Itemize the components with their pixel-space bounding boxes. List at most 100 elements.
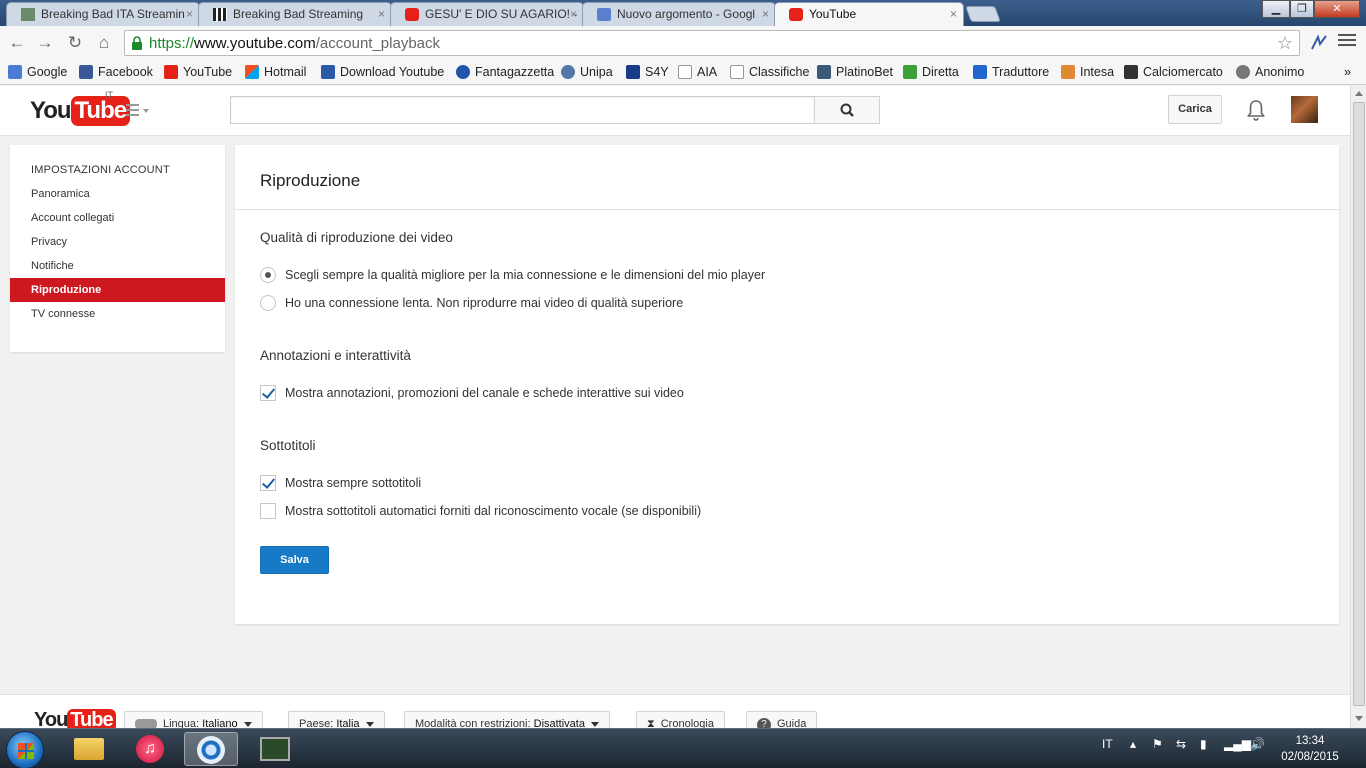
close-icon[interactable]: × <box>186 3 193 25</box>
guide-menu-icon[interactable] <box>126 104 150 118</box>
avatar[interactable] <box>1291 96 1318 123</box>
language-picker-button[interactable]: Lingua: Italiano <box>124 711 263 728</box>
help-button[interactable]: ? Guida <box>746 711 818 728</box>
minimize-button[interactable]: ▁ <box>1262 0 1290 18</box>
taskbar-itunes[interactable]: ♫ <box>124 732 178 766</box>
bookmark-s4y[interactable]: S4Y <box>626 63 669 81</box>
back-icon[interactable]: ← <box>6 32 28 54</box>
radio-button[interactable] <box>260 295 276 311</box>
sidebar-item-privacy[interactable]: Privacy <box>10 230 225 254</box>
checkbox-checked[interactable] <box>260 385 276 401</box>
tab-title: Breaking Bad ITA Streamin <box>41 7 185 21</box>
radio-button-selected[interactable] <box>260 267 276 283</box>
sidebar-item-connected-tvs[interactable]: TV connesse <box>10 302 225 326</box>
history-button[interactable]: ⧗ Cronologia <box>636 711 725 728</box>
volume-icon[interactable]: 🔊 <box>1250 737 1265 751</box>
sidebar-item-playback[interactable]: Riproduzione <box>10 278 225 302</box>
country-picker-button[interactable]: Paese: Italia <box>288 711 385 728</box>
browser-menu-icon[interactable] <box>1338 34 1356 48</box>
bookmark-unipa[interactable]: Unipa <box>561 63 613 81</box>
extension-icon[interactable] <box>1308 32 1330 54</box>
scroll-up-icon[interactable] <box>1355 91 1363 96</box>
checkbox-checked[interactable] <box>260 475 276 491</box>
page-scrollbar[interactable] <box>1350 86 1366 728</box>
taskbar-task-manager[interactable] <box>248 732 302 766</box>
bookmark-hotmail[interactable]: Hotmail <box>245 63 306 81</box>
subtitles-always-option[interactable]: Mostra sempre sottotitoli <box>260 474 421 492</box>
clock-date: 02/08/2015 <box>1281 751 1339 763</box>
scroll-down-icon[interactable] <box>1355 716 1363 721</box>
browser-tab[interactable]: Breaking Bad ITA Streamin × <box>6 2 200 26</box>
bookmark-diretta[interactable]: Diretta <box>903 63 959 81</box>
bookmark-youtube[interactable]: YouTube <box>164 63 232 81</box>
bookmark-aia[interactable]: AIA <box>678 63 717 81</box>
checkbox[interactable] <box>260 503 276 519</box>
system-clock[interactable]: 13:34 02/08/2015 <box>1280 733 1340 765</box>
restricted-mode-button[interactable]: Modalità con restrizioni: Disattivata <box>404 711 610 728</box>
save-button[interactable]: Salva <box>260 546 329 574</box>
platinobet-icon <box>817 65 831 79</box>
youtube-masthead: You Tube IT Carica <box>0 86 1350 136</box>
taskbar-explorer[interactable] <box>62 732 116 766</box>
reload-icon[interactable]: ↻ <box>64 32 86 54</box>
tab-title: Breaking Bad Streaming <box>233 7 364 21</box>
monitor-icon <box>260 737 290 761</box>
divider <box>235 209 1339 210</box>
subtitles-auto-option[interactable]: Mostra sottotitoli automatici forniti da… <box>260 502 701 520</box>
itunes-icon: ♫ <box>136 735 164 763</box>
close-icon[interactable]: × <box>570 3 577 25</box>
close-icon[interactable]: × <box>950 3 957 25</box>
bookmarks-bar: Google Facebook YouTube Hotmail Download… <box>0 60 1366 85</box>
youtube-logo[interactable]: You Tube IT <box>30 90 131 126</box>
sidebar-item-notifications[interactable]: Notifiche <box>10 254 225 278</box>
bookmark-download-youtube[interactable]: Download Youtube <box>321 63 444 81</box>
browser-tab[interactable]: Breaking Bad Streaming × <box>198 2 392 26</box>
search-button[interactable] <box>814 96 880 124</box>
bookmark-classifiche[interactable]: Classifiche <box>730 63 809 81</box>
forward-icon[interactable]: → <box>34 32 56 54</box>
home-icon[interactable]: ⌂ <box>93 32 115 54</box>
country-code: IT <box>105 90 113 100</box>
show-hidden-icons[interactable]: ▴ <box>1130 737 1136 751</box>
annotations-option[interactable]: Mostra annotazioni, promozioni del canal… <box>260 384 684 402</box>
browser-tab-active[interactable]: YouTube × <box>774 2 964 26</box>
bookmark-anonimo[interactable]: Anonimo <box>1236 63 1304 81</box>
search-input[interactable] <box>230 96 815 124</box>
more-bookmarks-icon[interactable]: » <box>1344 63 1351 81</box>
option-label: Mostra sempre sottotitoli <box>285 476 422 490</box>
browser-tab[interactable]: Nuovo argomento - Googl × <box>582 2 776 26</box>
network-sync-icon[interactable]: ⇆ <box>1176 737 1186 751</box>
bookmark-google[interactable]: Google <box>8 63 67 81</box>
signal-icon[interactable]: ▂▄▆ <box>1224 737 1251 751</box>
sidebar-item-linked-accounts[interactable]: Account collegati <box>10 206 225 230</box>
taskbar-chrome[interactable] <box>184 732 238 766</box>
footer-youtube-logo[interactable]: You Tube <box>34 709 116 728</box>
maximize-button[interactable]: ❐ <box>1290 0 1314 18</box>
bookmark-intesa[interactable]: Intesa <box>1061 63 1114 81</box>
close-icon[interactable]: × <box>378 3 385 25</box>
notifications-bell-icon[interactable] <box>1246 99 1266 121</box>
scrollbar-thumb[interactable] <box>1353 102 1365 706</box>
chevron-down-icon <box>243 721 252 727</box>
quality-option-best[interactable]: Scegli sempre la qualità migliore per la… <box>260 266 765 284</box>
bookmark-fantagazzetta[interactable]: Fantagazzetta <box>456 63 554 81</box>
quality-option-slow[interactable]: Ho una connessione lenta. Non riprodurre… <box>260 294 683 312</box>
battery-icon[interactable]: ▮ <box>1200 737 1207 751</box>
input-language[interactable]: IT <box>1102 737 1113 751</box>
browser-tab[interactable]: GESU' E DIO SU AGARIO! - × <box>390 2 584 26</box>
bookmark-facebook[interactable]: Facebook <box>79 63 153 81</box>
bookmark-calciomercato[interactable]: Calciomercato <box>1124 63 1223 81</box>
bookmark-star-icon[interactable]: ☆ <box>1277 33 1293 54</box>
action-center-flag-icon[interactable]: ⚑ <box>1152 737 1163 751</box>
bookmark-platinobet[interactable]: PlatinoBet <box>817 63 893 81</box>
close-icon[interactable]: × <box>762 3 769 25</box>
sidebar-item-overview[interactable]: Panoramica <box>10 182 225 206</box>
facebook-icon <box>79 65 93 79</box>
upload-button[interactable]: Carica <box>1168 95 1222 124</box>
calciomercato-icon <box>1124 65 1138 79</box>
address-bar[interactable]: https://www.youtube.com/account_playback… <box>124 30 1300 56</box>
start-button[interactable] <box>6 731 44 768</box>
bookmark-traduttore[interactable]: Traduttore <box>973 63 1049 81</box>
new-tab-button[interactable] <box>965 6 1001 22</box>
close-window-button[interactable]: ✕ <box>1314 0 1360 18</box>
